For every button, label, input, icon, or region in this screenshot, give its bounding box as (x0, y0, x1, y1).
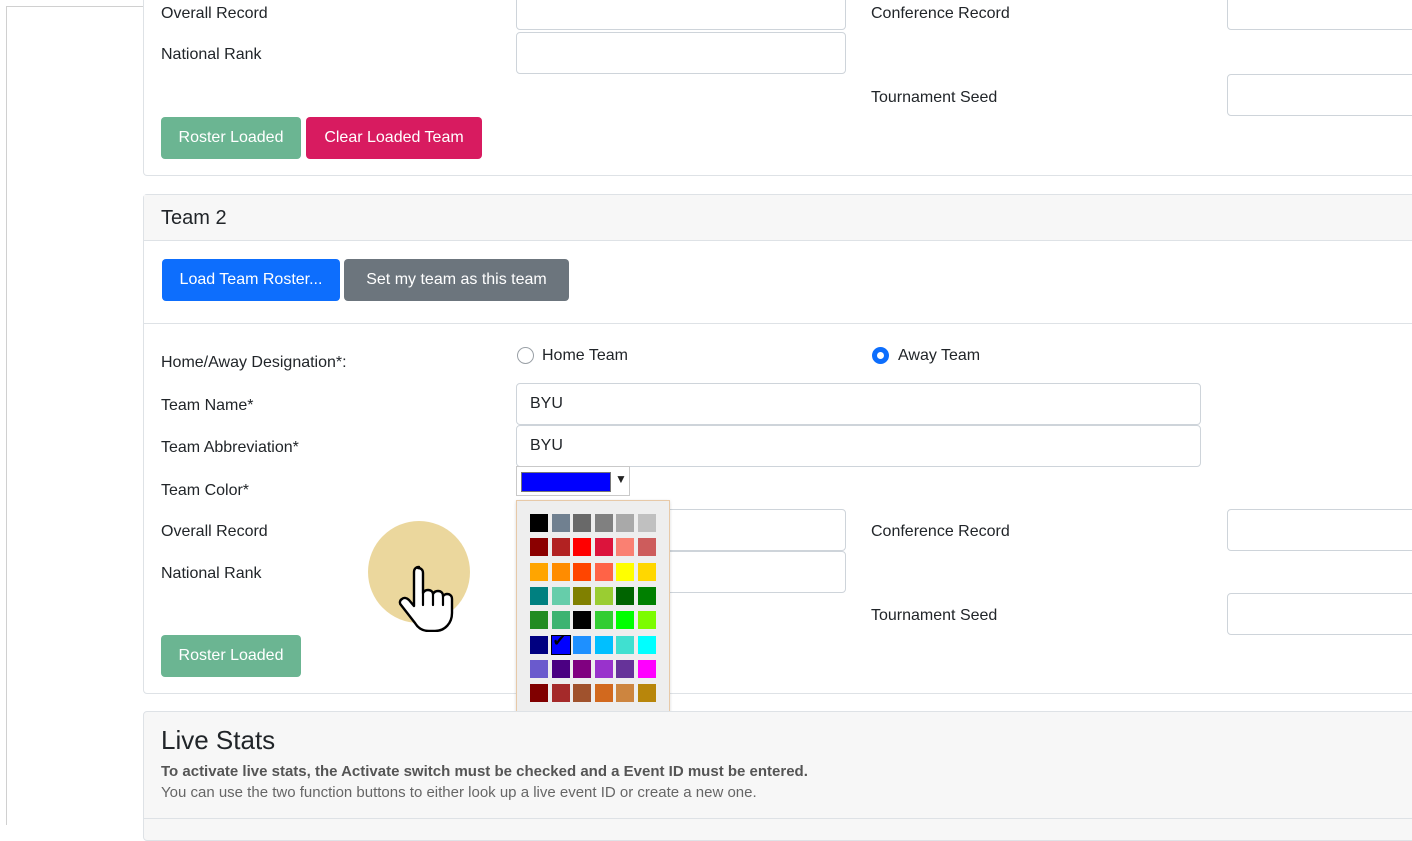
team2-tournament-seed-label: Tournament Seed (871, 607, 998, 624)
team1-roster-loaded-button[interactable]: Roster Loaded (161, 117, 301, 159)
team1-overall-record-label: Overall Record (161, 5, 268, 22)
color-swatch-option[interactable] (616, 538, 634, 557)
color-swatch-option[interactable] (551, 538, 570, 557)
set-my-team-button[interactable]: Set my team as this team (344, 259, 569, 301)
color-swatch-option[interactable] (551, 514, 570, 532)
color-swatch-option[interactable] (637, 562, 656, 581)
color-swatch-option[interactable] (551, 659, 570, 678)
color-swatch-option[interactable] (594, 562, 613, 581)
team1-overall-record-input[interactable] (516, 0, 846, 30)
color-swatch-option[interactable] (637, 611, 656, 630)
color-swatch-option[interactable] (530, 659, 548, 678)
color-swatch-option[interactable] (573, 659, 591, 678)
color-swatch-option[interactable] (616, 586, 634, 605)
team1-conference-record-label: Conference Record (871, 5, 1010, 22)
team2-header: Team 2 (144, 195, 1412, 241)
color-swatch-option[interactable] (637, 684, 656, 703)
color-swatch-option[interactable] (616, 611, 634, 630)
color-swatch-option[interactable] (616, 562, 634, 581)
away-team-label[interactable]: Away Team (898, 347, 980, 365)
team1-national-rank-input[interactable] (516, 32, 846, 74)
color-swatch-option[interactable] (594, 659, 613, 678)
window-left-border (6, 6, 7, 825)
color-swatch-option[interactable] (637, 586, 656, 605)
color-swatch-option[interactable] (530, 635, 548, 654)
color-swatch-option[interactable] (573, 586, 591, 605)
color-swatch-option[interactable] (573, 538, 591, 557)
color-swatch-option[interactable] (637, 514, 656, 532)
color-swatch-option[interactable] (637, 635, 656, 654)
team1-conference-record-input[interactable] (1227, 0, 1412, 30)
color-swatch-option[interactable] (573, 635, 591, 654)
load-team-roster-button[interactable]: Load Team Roster... (162, 259, 340, 301)
color-swatch-option[interactable] (551, 562, 570, 581)
team1-clear-loaded-button[interactable]: Clear Loaded Team (306, 117, 482, 159)
color-swatch-option[interactable] (594, 514, 613, 532)
color-swatch-option[interactable] (551, 611, 570, 630)
team1-tournament-seed-label: Tournament Seed (871, 89, 998, 106)
team-name-label: Team Name* (161, 397, 254, 414)
dropdown-arrow-icon: ▼ (615, 472, 627, 486)
team1-national-rank-label: National Rank (161, 46, 262, 63)
checkmark-icon: ✔ (552, 632, 566, 650)
color-swatch-option[interactable] (616, 635, 634, 654)
live-stats-instruction-bold: To activate live stats, the Activate swi… (161, 763, 808, 780)
color-swatch-option[interactable]: ✔ (550, 632, 571, 655)
home-away-label: Home/Away Designation*: (161, 354, 347, 371)
color-swatch-option[interactable] (594, 586, 613, 605)
live-stats-title: Live Stats (161, 725, 276, 755)
home-team-label[interactable]: Home Team (542, 347, 628, 365)
team-color-swatch (521, 472, 611, 492)
color-swatch-option[interactable] (594, 684, 613, 703)
team2-overall-record-label: Overall Record (161, 523, 268, 540)
color-swatch-option[interactable] (530, 586, 548, 605)
team2-card: Team 2 Load Team Roster... Set my team a… (143, 194, 1412, 694)
color-swatch-option[interactable] (573, 514, 591, 532)
team-abbreviation-input[interactable]: BYU (516, 425, 1201, 467)
color-swatch-option[interactable] (594, 538, 613, 557)
team1-card: Overall Record Conference Record Nationa… (143, 0, 1412, 176)
color-swatch-option[interactable] (530, 684, 548, 703)
color-swatch-option[interactable] (530, 562, 548, 581)
color-swatch-option[interactable] (530, 538, 548, 557)
team2-roster-loaded-button[interactable]: Roster Loaded (161, 635, 301, 677)
team-color-select[interactable]: ▼ (516, 466, 630, 496)
live-stats-card: Live Stats To activate live stats, the A… (143, 711, 1412, 841)
color-swatch-option[interactable] (594, 611, 613, 630)
color-swatch-option[interactable] (530, 611, 548, 630)
color-palette: ✔ (516, 500, 670, 714)
team2-conference-record-input[interactable] (1227, 509, 1412, 551)
color-swatch-option[interactable] (551, 684, 570, 703)
hand-pointer-icon (398, 565, 454, 632)
color-swatch-option[interactable] (637, 659, 656, 678)
team2-title: Team 2 (161, 207, 227, 229)
team1-tournament-seed-input[interactable] (1227, 74, 1412, 116)
color-swatch-option[interactable] (637, 538, 656, 557)
color-swatch-option[interactable] (573, 684, 591, 703)
team-name-input[interactable]: BYU (516, 383, 1201, 425)
color-swatch-option[interactable] (616, 659, 634, 678)
color-swatch-option[interactable] (594, 635, 613, 654)
team-color-label: Team Color* (161, 482, 250, 499)
color-swatch-option[interactable] (573, 562, 591, 581)
team2-tournament-seed-input[interactable] (1227, 593, 1412, 635)
live-stats-divider (144, 818, 1412, 819)
away-team-radio[interactable] (872, 347, 889, 364)
color-swatch-option[interactable] (551, 586, 570, 605)
team2-national-rank-label: National Rank (161, 565, 262, 582)
team-abbreviation-label: Team Abbreviation* (161, 439, 299, 456)
team2-conference-record-label: Conference Record (871, 523, 1010, 540)
home-team-radio[interactable] (517, 347, 534, 364)
color-swatch-option[interactable] (573, 611, 591, 630)
color-swatch-option[interactable] (530, 514, 548, 532)
color-swatch-option[interactable] (616, 684, 634, 703)
color-swatch-option[interactable] (616, 514, 634, 532)
live-stats-instruction: You can use the two function buttons to … (161, 784, 757, 801)
team2-divider (144, 323, 1412, 324)
